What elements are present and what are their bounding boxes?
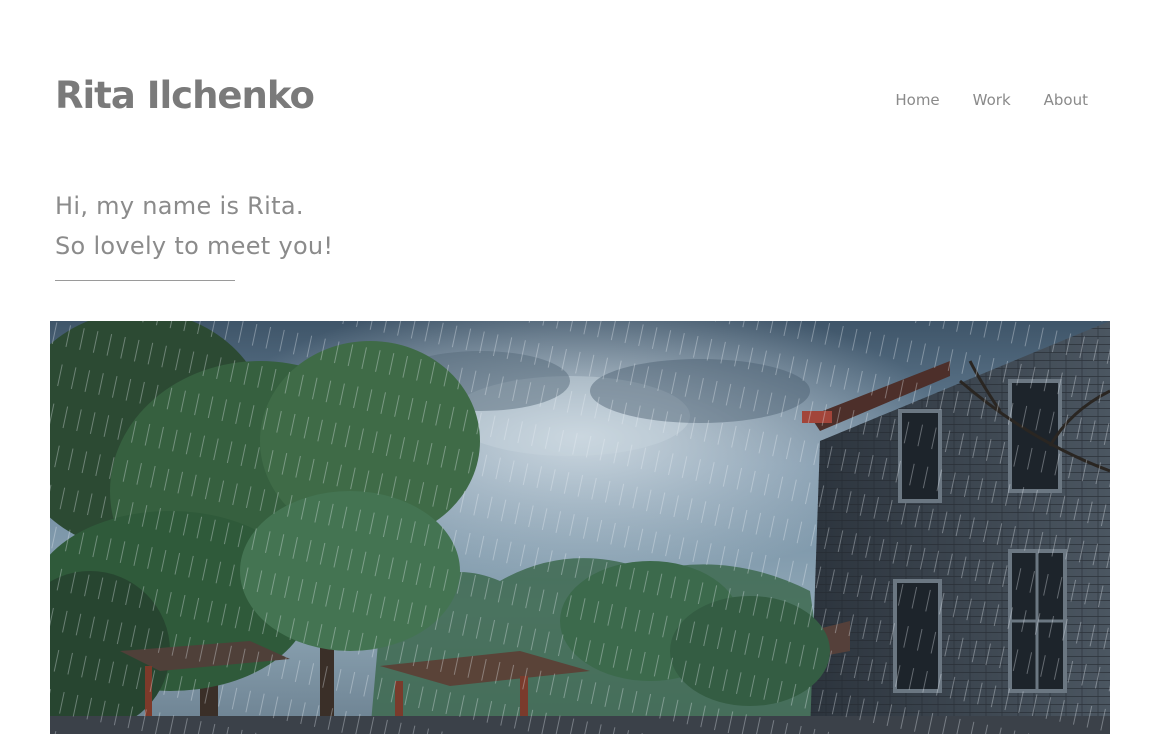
nav-about[interactable]: About <box>1044 91 1088 109</box>
intro-divider <box>55 280 235 281</box>
hero-image <box>50 321 1110 734</box>
nav-work[interactable]: Work <box>973 91 1011 109</box>
main-nav: Home Work About <box>895 91 1088 109</box>
intro-text: Hi, my name is Rita. So lovely to meet y… <box>55 186 333 266</box>
intro-line-welcome: So lovely to meet you! <box>55 232 334 260</box>
intro-line-greeting: Hi, my name is Rita. <box>55 192 304 220</box>
nav-home[interactable]: Home <box>895 91 939 109</box>
site-title[interactable]: Rita Ilchenko <box>55 74 315 117</box>
